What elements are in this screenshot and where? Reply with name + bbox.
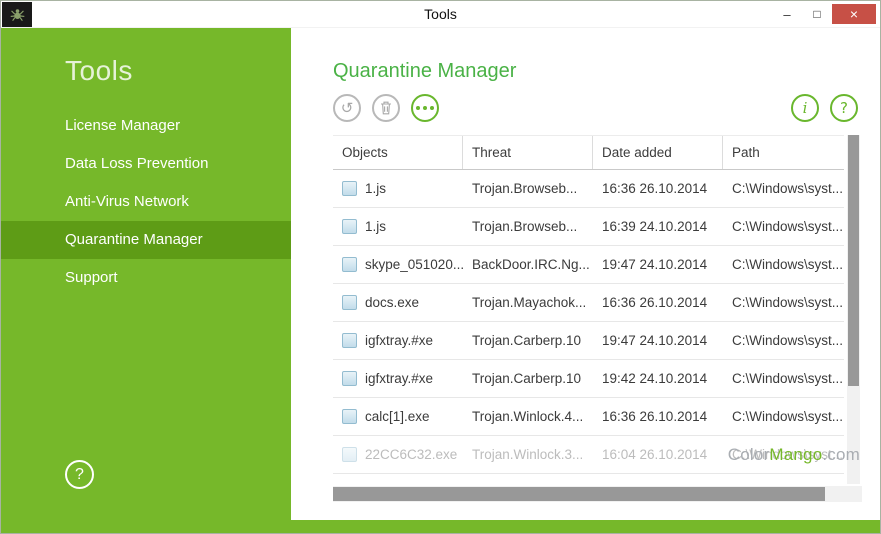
file-icon (342, 257, 357, 272)
threat-name: Trojan.Winlock.3... (463, 436, 593, 473)
sidebar: Tools License Manager Data Loss Preventi… (1, 28, 291, 533)
date-added: 16:36 26.10.2014 (593, 398, 723, 435)
threat-name: Trojan.Winlock.4... (463, 398, 593, 435)
file-icon (342, 219, 357, 234)
restore-icon: ↺ (341, 101, 354, 116)
file-path: C:\Windows\syst... (723, 246, 844, 283)
file-path: C:\Windows\syst... (723, 284, 844, 321)
sidebar-help-button[interactable]: ? (65, 460, 94, 489)
file-path: C:\Windows\syst... (723, 398, 844, 435)
sidebar-nav: License Manager Data Loss Prevention Ant… (1, 107, 291, 297)
tools-window: Tools – □ × Tools License Manager Data L… (0, 0, 881, 534)
object-name: docs.exe (365, 284, 419, 321)
sidebar-title: Tools (1, 28, 291, 87)
sidebar-item-data-loss-prevention[interactable]: Data Loss Prevention (1, 145, 291, 183)
object-name: igfxtray.#xe (365, 360, 433, 397)
help-icon: ? (840, 101, 848, 116)
page-title: Quarantine Manager (333, 60, 516, 83)
file-icon (342, 295, 357, 310)
date-added: 16:36 26.10.2014 (593, 284, 723, 321)
file-icon (342, 447, 357, 462)
file-path: C:\Windows\syst... (723, 170, 844, 207)
table-row[interactable]: calc[1].exe Trojan.Winlock.4... 16:36 26… (333, 398, 844, 436)
object-name: skype_051020... (365, 246, 463, 283)
object-name: 1.js (365, 208, 386, 245)
quarantine-table: Objects Threat Date added Path 1.js Troj… (333, 135, 844, 474)
file-icon (342, 181, 357, 196)
column-header-threat[interactable]: Threat (463, 136, 593, 169)
info-button[interactable]: i (791, 94, 819, 122)
threat-name: Trojan.Browseb... (463, 170, 593, 207)
sidebar-item-license-manager[interactable]: License Manager (1, 107, 291, 145)
threat-name: Trojan.Carberp.10 (463, 360, 593, 397)
vertical-scrollbar[interactable] (847, 135, 860, 484)
date-added: 16:04 26.10.2014 (593, 436, 723, 473)
table-row[interactable]: igfxtray.#xe Trojan.Carberp.10 19:47 24.… (333, 322, 844, 360)
window-border-bottom (291, 520, 880, 533)
threat-name: Trojan.Carberp.10 (463, 322, 593, 359)
threat-name: BackDoor.IRC.Ng... (463, 246, 593, 283)
column-header-objects[interactable]: Objects (333, 136, 463, 169)
watermark: ColorMango.com (728, 445, 860, 465)
file-path: C:\Windows\syst... (723, 322, 844, 359)
more-actions-button[interactable] (411, 94, 439, 122)
close-button[interactable]: × (832, 4, 876, 24)
column-header-date-added[interactable]: Date added (593, 136, 723, 169)
toolbar-left-group: ↺ (333, 94, 439, 122)
trash-icon (380, 101, 392, 115)
watermark-part3: .com (822, 445, 860, 464)
date-added: 19:47 24.10.2014 (593, 246, 723, 283)
watermark-part1: Color (728, 445, 770, 464)
titlebar: Tools – □ × (1, 1, 880, 28)
horizontal-scrollbar-thumb[interactable] (333, 487, 825, 501)
toolbar-right-group: i ? (791, 94, 858, 122)
file-icon (342, 333, 357, 348)
table-row[interactable]: 1.js Trojan.Browseb... 16:39 24.10.2014 … (333, 208, 844, 246)
minimize-button[interactable]: – (772, 4, 802, 24)
table-header-row: Objects Threat Date added Path (333, 135, 844, 170)
restore-button[interactable]: ↺ (333, 94, 361, 122)
watermark-part2: Mango (769, 445, 822, 464)
sidebar-item-quarantine-manager[interactable]: Quarantine Manager (1, 221, 291, 259)
threat-name: Trojan.Mayachok... (463, 284, 593, 321)
object-name: 22CC6C32.exe (365, 436, 457, 473)
ellipsis-icon (416, 106, 434, 110)
date-added: 19:47 24.10.2014 (593, 322, 723, 359)
sidebar-item-support[interactable]: Support (1, 259, 291, 297)
object-name: 1.js (365, 170, 386, 207)
horizontal-scrollbar[interactable] (333, 486, 862, 502)
file-path: C:\Windows\syst... (723, 360, 844, 397)
help-button[interactable]: ? (830, 94, 858, 122)
maximize-button[interactable]: □ (802, 4, 832, 24)
date-added: 16:36 26.10.2014 (593, 170, 723, 207)
vertical-scrollbar-thumb[interactable] (848, 135, 859, 386)
column-header-path[interactable]: Path (723, 136, 844, 169)
date-added: 16:39 24.10.2014 (593, 208, 723, 245)
object-name: calc[1].exe (365, 398, 430, 435)
file-icon (342, 409, 357, 424)
delete-button[interactable] (372, 94, 400, 122)
window-controls: – □ × (772, 4, 876, 24)
table-row[interactable]: skype_051020... BackDoor.IRC.Ng... 19:47… (333, 246, 844, 284)
file-icon (342, 371, 357, 386)
toolbar: ↺ i ? (333, 94, 858, 126)
table-row[interactable]: igfxtray.#xe Trojan.Carberp.10 19:42 24.… (333, 360, 844, 398)
table-row[interactable]: docs.exe Trojan.Mayachok... 16:36 26.10.… (333, 284, 844, 322)
info-icon: i (803, 101, 808, 116)
sidebar-item-anti-virus-network[interactable]: Anti-Virus Network (1, 183, 291, 221)
file-path: C:\Windows\syst... (723, 208, 844, 245)
table-row[interactable]: 1.js Trojan.Browseb... 16:36 26.10.2014 … (333, 170, 844, 208)
window-title: Tools (1, 1, 880, 28)
date-added: 19:42 24.10.2014 (593, 360, 723, 397)
threat-name: Trojan.Browseb... (463, 208, 593, 245)
object-name: igfxtray.#xe (365, 322, 433, 359)
